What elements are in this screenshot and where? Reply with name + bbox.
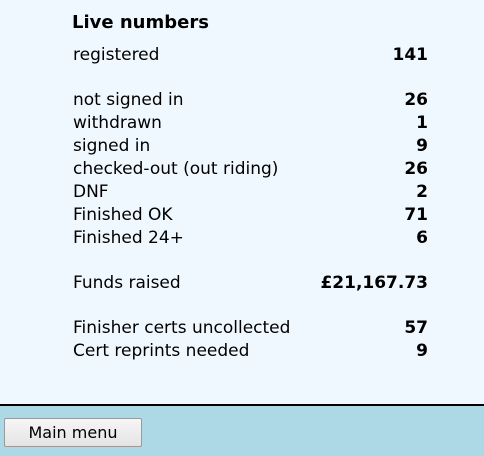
stat-value: 6 bbox=[416, 228, 428, 248]
stat-label: registered bbox=[73, 45, 160, 65]
stat-row-dnf: DNF 2 bbox=[73, 181, 428, 204]
stat-value: 26 bbox=[404, 159, 428, 179]
stat-value: £21,167.73 bbox=[320, 273, 428, 293]
stat-row-finished-ok: Finished OK 71 bbox=[73, 204, 428, 227]
stat-value: 26 bbox=[404, 90, 428, 110]
stat-row-not-signed-in: not signed in 26 bbox=[73, 89, 428, 112]
stat-row-registered: registered 141 bbox=[73, 44, 428, 67]
stat-label: DNF bbox=[73, 182, 109, 202]
live-numbers-panel: Live numbers registered 141 not signed i… bbox=[0, 0, 484, 406]
stat-label: Finisher certs uncollected bbox=[73, 318, 291, 338]
stat-row-funds-raised: Funds raised £21,167.73 bbox=[73, 272, 428, 295]
footer-bar: Main menu bbox=[0, 408, 484, 456]
live-numbers-table: Live numbers registered 141 not signed i… bbox=[72, 11, 428, 363]
stat-row-certs-uncollected: Finisher certs uncollected 57 bbox=[73, 317, 428, 340]
live-numbers-title: Live numbers bbox=[72, 12, 209, 33]
stat-value: 9 bbox=[416, 136, 428, 156]
stat-row-finished-24: Finished 24+ 6 bbox=[73, 227, 428, 250]
stat-label: signed in bbox=[73, 136, 151, 156]
stat-label: checked-out (out riding) bbox=[73, 159, 279, 179]
stat-label: Finished OK bbox=[73, 205, 173, 225]
stat-label: Funds raised bbox=[73, 273, 181, 293]
stat-label: not signed in bbox=[73, 90, 184, 110]
stat-value: 57 bbox=[404, 318, 428, 338]
stat-row-signed-in: signed in 9 bbox=[73, 135, 428, 158]
stat-value: 1 bbox=[416, 113, 428, 133]
stat-label: withdrawn bbox=[73, 113, 162, 133]
stat-value: 2 bbox=[416, 182, 428, 202]
stat-label: Finished 24+ bbox=[73, 228, 184, 248]
stat-label: Cert reprints needed bbox=[73, 341, 250, 361]
stat-row-checked-out: checked-out (out riding) 26 bbox=[73, 158, 428, 181]
stat-row-withdrawn: withdrawn 1 bbox=[73, 112, 428, 135]
stat-value: 9 bbox=[416, 341, 428, 361]
stat-row-cert-reprints: Cert reprints needed 9 bbox=[73, 340, 428, 363]
main-menu-button[interactable]: Main menu bbox=[4, 418, 142, 447]
stat-value: 71 bbox=[404, 205, 428, 225]
stat-value: 141 bbox=[392, 45, 429, 65]
